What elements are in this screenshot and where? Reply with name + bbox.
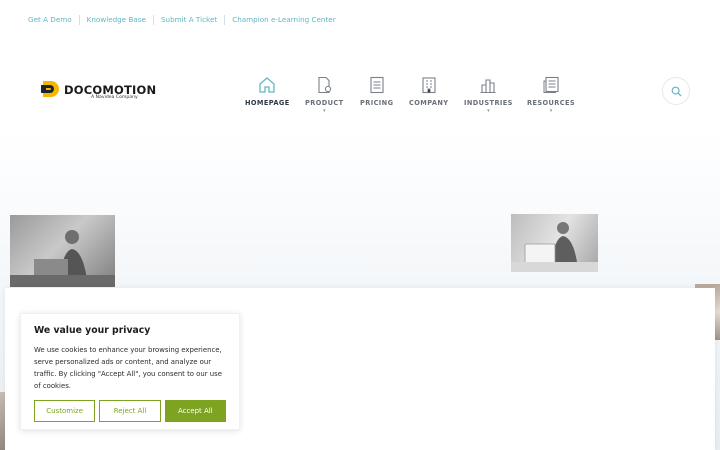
checklist-icon: [370, 76, 384, 94]
logo-mark-icon: [41, 81, 59, 97]
nav-product[interactable]: PRODUCT ▾: [305, 76, 343, 114]
elearning-center-link[interactable]: Champion e-Learning Center: [225, 15, 342, 25]
accept-all-button[interactable]: Accept All: [164, 400, 226, 422]
hero-photo-left: [10, 215, 115, 287]
nav-industries-label: INDUSTRIES: [464, 99, 513, 107]
chevron-down-icon: ▾: [322, 108, 326, 114]
nav-homepage[interactable]: HOMEPAGE: [245, 76, 290, 107]
nav-industries[interactable]: INDUSTRIES ▾: [464, 76, 513, 114]
customize-button[interactable]: Customize: [34, 400, 96, 422]
document-gear-icon: [318, 76, 332, 94]
nav-resources-label: RESOURCES: [527, 99, 576, 107]
cookie-buttons: Customize Reject All Accept All: [34, 400, 226, 422]
get-demo-link[interactable]: Get A Demo: [28, 15, 80, 25]
logo-tagline: A Navidea Company: [91, 95, 138, 100]
nav-pricing[interactable]: PRICING: [360, 76, 393, 107]
search-icon: [671, 86, 681, 96]
submit-ticket-link[interactable]: Submit A Ticket: [154, 15, 226, 25]
nav-resources[interactable]: RESOURCES ▾: [527, 76, 575, 114]
search-button[interactable]: [662, 77, 690, 105]
cookie-body: We use cookies to enhance your browsing …: [34, 346, 222, 390]
nav-homepage-label: HOMEPAGE: [245, 99, 290, 107]
home-icon: [259, 77, 275, 93]
city-icon: [480, 79, 496, 94]
nav-company[interactable]: COMPANY: [409, 76, 448, 107]
building-icon: [422, 77, 436, 94]
nav-company-label: COMPANY: [409, 99, 449, 107]
chevron-down-icon: ▾: [487, 108, 490, 114]
reject-all-button[interactable]: Reject All: [99, 400, 161, 422]
chevron-down-icon: ▾: [549, 108, 553, 114]
knowledge-base-link[interactable]: Knowledge Base: [80, 15, 154, 25]
nav-pricing-label: PRICING: [360, 99, 394, 107]
hero-photo-right: [511, 214, 598, 272]
docomotion-logo[interactable]: DOCOMOTION A Navidea Company: [40, 80, 156, 104]
utility-links: Get A Demo Knowledge Base Submit A Ticke…: [28, 14, 343, 26]
main-nav: HOMEPAGE PRODUCT ▾ PRICING COMPANY INDUS…: [238, 76, 586, 116]
nav-product-label: PRODUCT: [305, 99, 344, 107]
article-icon: [543, 76, 559, 93]
cookie-consent-banner: We value your privacy We use cookies to …: [20, 313, 240, 430]
cookie-title: We value your privacy: [34, 325, 151, 336]
